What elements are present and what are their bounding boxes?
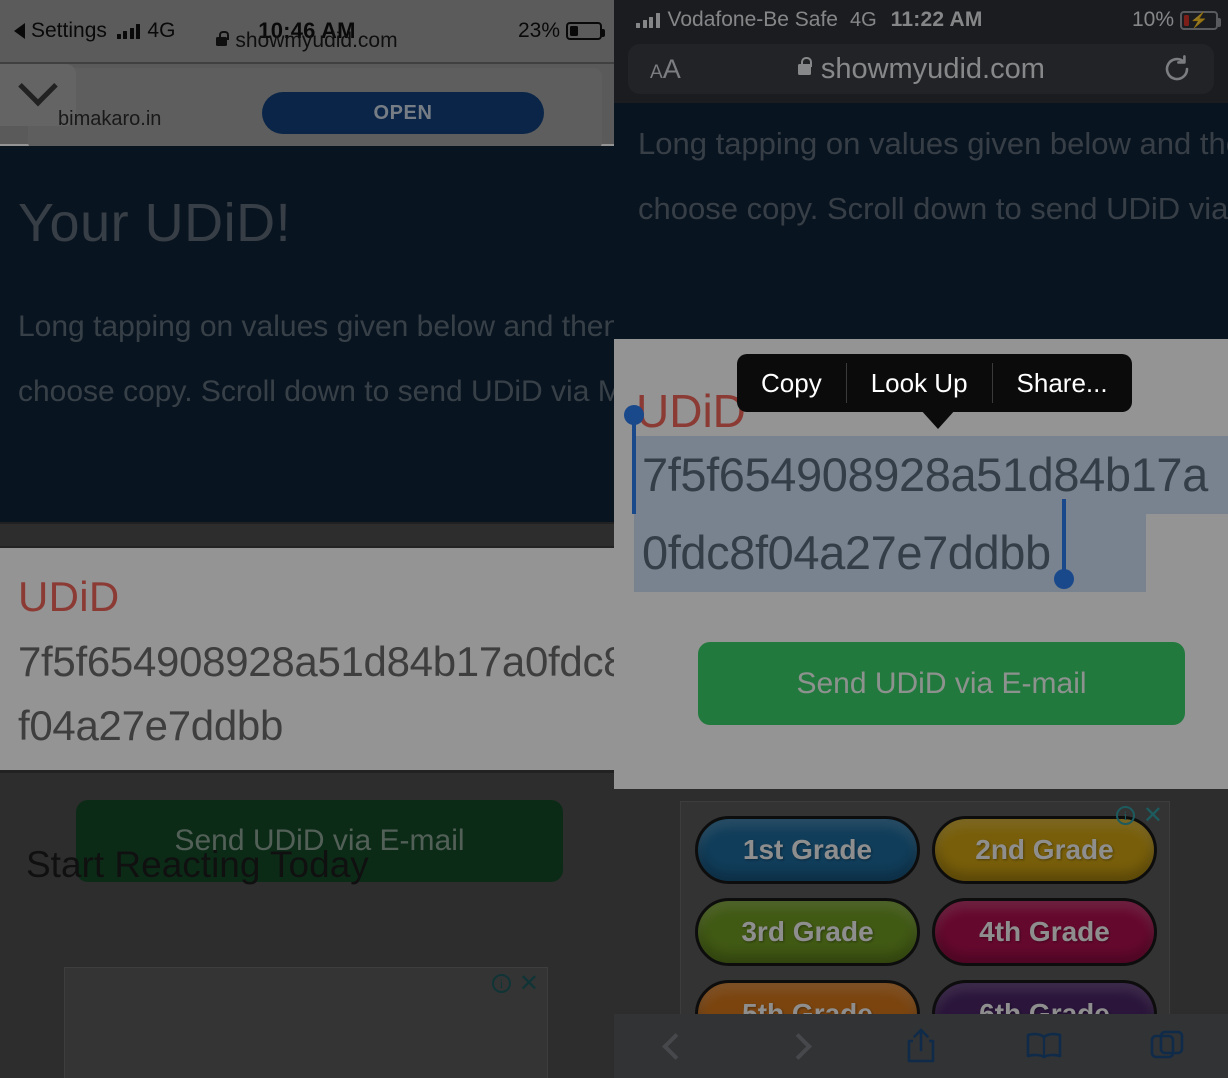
- right-clock: 11:22 AM: [890, 8, 983, 31]
- book-icon: [1026, 1032, 1062, 1059]
- toolbar-back-button[interactable]: [614, 1032, 737, 1060]
- ad-info-icon[interactable]: i: [491, 974, 511, 993]
- right-url-text: showmyudid.com: [820, 52, 1045, 85]
- selection-end-handle[interactable]: [1054, 499, 1074, 589]
- share-icon: [907, 1028, 935, 1063]
- right-ad-container: 1st Grade 2nd Grade 3rd Grade 4th Grade …: [680, 801, 1170, 1016]
- left-hero-section: Your UDiD! Long tapping on values given …: [0, 146, 614, 522]
- context-menu-lookup[interactable]: Look Up: [847, 354, 992, 412]
- ad-close-icon[interactable]: ✕: [1143, 804, 1163, 828]
- right-hero-section: Long tapping on values given below and t…: [614, 103, 1228, 339]
- send-udid-email-button[interactable]: Send UDiD via E-mail: [698, 642, 1185, 725]
- toolbar-share-button[interactable]: [860, 1027, 983, 1065]
- right-status-bar: Vodafone-Be Safe 4G 11:22 AM 10% ⚡: [614, 0, 1228, 40]
- right-screenshot-panel: Vodafone-Be Safe 4G 11:22 AM 10% ⚡ AA sh…: [614, 0, 1228, 1078]
- left-udid-section: UDiD 7f5f654908928a51d84b17a0fdc8f04a27e…: [0, 548, 614, 770]
- ad-close-icon[interactable]: ✕: [519, 972, 539, 996]
- tabs-icon: [1150, 1030, 1183, 1059]
- left-url-display[interactable]: showmyudid.com: [0, 20, 614, 62]
- udid-label: UDiD: [18, 573, 120, 620]
- lock-icon: [216, 30, 229, 46]
- signal-bars-icon: [636, 12, 660, 28]
- udid-line-1: 7f5f654908928a51d84b17a: [634, 436, 1228, 514]
- banner-open-button[interactable]: OPEN: [262, 92, 544, 134]
- page-title: Your UDiD!: [18, 193, 292, 253]
- lock-icon: [797, 56, 812, 75]
- banner-domain-label: bimakaro.in: [58, 108, 162, 130]
- right-battery-status: 10% ⚡: [1131, 8, 1221, 32]
- battery-percent-label: 10%: [1131, 8, 1174, 31]
- text-size-button[interactable]: AA: [650, 54, 681, 85]
- udid-label: UDiD: [636, 385, 746, 437]
- instructions-text: Long tapping on values given below and t…: [18, 310, 614, 408]
- right-url-field[interactable]: showmyudid.com: [681, 53, 1162, 86]
- carrier-label: Vodafone-Be Safe: [667, 8, 838, 31]
- udid-value[interactable]: 7f5f654908928a51d84b17a0fdc8f04a27e7ddbb: [18, 630, 614, 758]
- smart-app-banner: bimakaro.in OPEN: [0, 64, 614, 150]
- battery-charging-icon: ⚡: [1180, 10, 1221, 30]
- chevron-down-icon: [18, 66, 58, 107]
- context-menu-copy[interactable]: Copy: [737, 354, 846, 412]
- right-url-bar[interactable]: AA showmyudid.com: [628, 44, 1214, 94]
- selected-udid-text[interactable]: 7f5f654908928a51d84b17a 0fdc8f04a27e7ddb…: [634, 436, 1228, 592]
- left-section-divider: [0, 522, 614, 548]
- context-menu-share[interactable]: Share...: [993, 354, 1132, 412]
- ad-info-icon[interactable]: i: [1115, 806, 1135, 825]
- grade-buttons-grid: 1st Grade 2nd Grade 3rd Grade 4th Grade …: [695, 816, 1157, 1015]
- context-menu-arrow-icon: [920, 409, 956, 429]
- left-url-text: showmyudid.com: [235, 29, 398, 52]
- grade-button[interactable]: 2nd Grade: [932, 816, 1157, 884]
- chevron-left-icon: [661, 1032, 689, 1060]
- grade-button[interactable]: 6th Grade: [932, 980, 1157, 1015]
- chevron-right-icon: [784, 1032, 812, 1060]
- grade-button[interactable]: 5th Grade: [695, 980, 920, 1015]
- left-status-bar: Settings 4G 10:46 AM 23% showmyudid.com: [0, 0, 614, 62]
- safari-toolbar: [614, 1014, 1228, 1078]
- ad-headline: Start Reacting Today: [26, 844, 369, 885]
- left-screenshot-panel: Settings 4G 10:46 AM 23% showmyudid.com …: [0, 0, 614, 1078]
- left-ad-container: i ✕: [64, 967, 548, 1078]
- toolbar-bookmarks-button[interactable]: [982, 1031, 1105, 1061]
- screenshot-root: Settings 4G 10:46 AM 23% showmyudid.com …: [0, 0, 1228, 1078]
- toolbar-tabs-button[interactable]: [1105, 1029, 1228, 1063]
- selection-start-handle[interactable]: [624, 405, 644, 514]
- network-type-label: 4G: [849, 8, 877, 31]
- toolbar-forward-button[interactable]: [737, 1032, 860, 1060]
- grade-button[interactable]: 1st Grade: [695, 816, 920, 884]
- instructions-text: Long tapping on values given below and t…: [638, 126, 1228, 226]
- grade-button[interactable]: 4th Grade: [932, 898, 1157, 966]
- right-browser-chrome: Vodafone-Be Safe 4G 11:22 AM 10% ⚡ AA sh…: [614, 0, 1228, 103]
- reload-icon[interactable]: [1162, 54, 1192, 84]
- left-bottom-section: Send UDiD via E-mail i ✕ Start Reacting …: [0, 770, 614, 1078]
- text-selection-context-menu: Copy Look Up Share...: [737, 354, 1132, 412]
- grade-button[interactable]: 3rd Grade: [695, 898, 920, 966]
